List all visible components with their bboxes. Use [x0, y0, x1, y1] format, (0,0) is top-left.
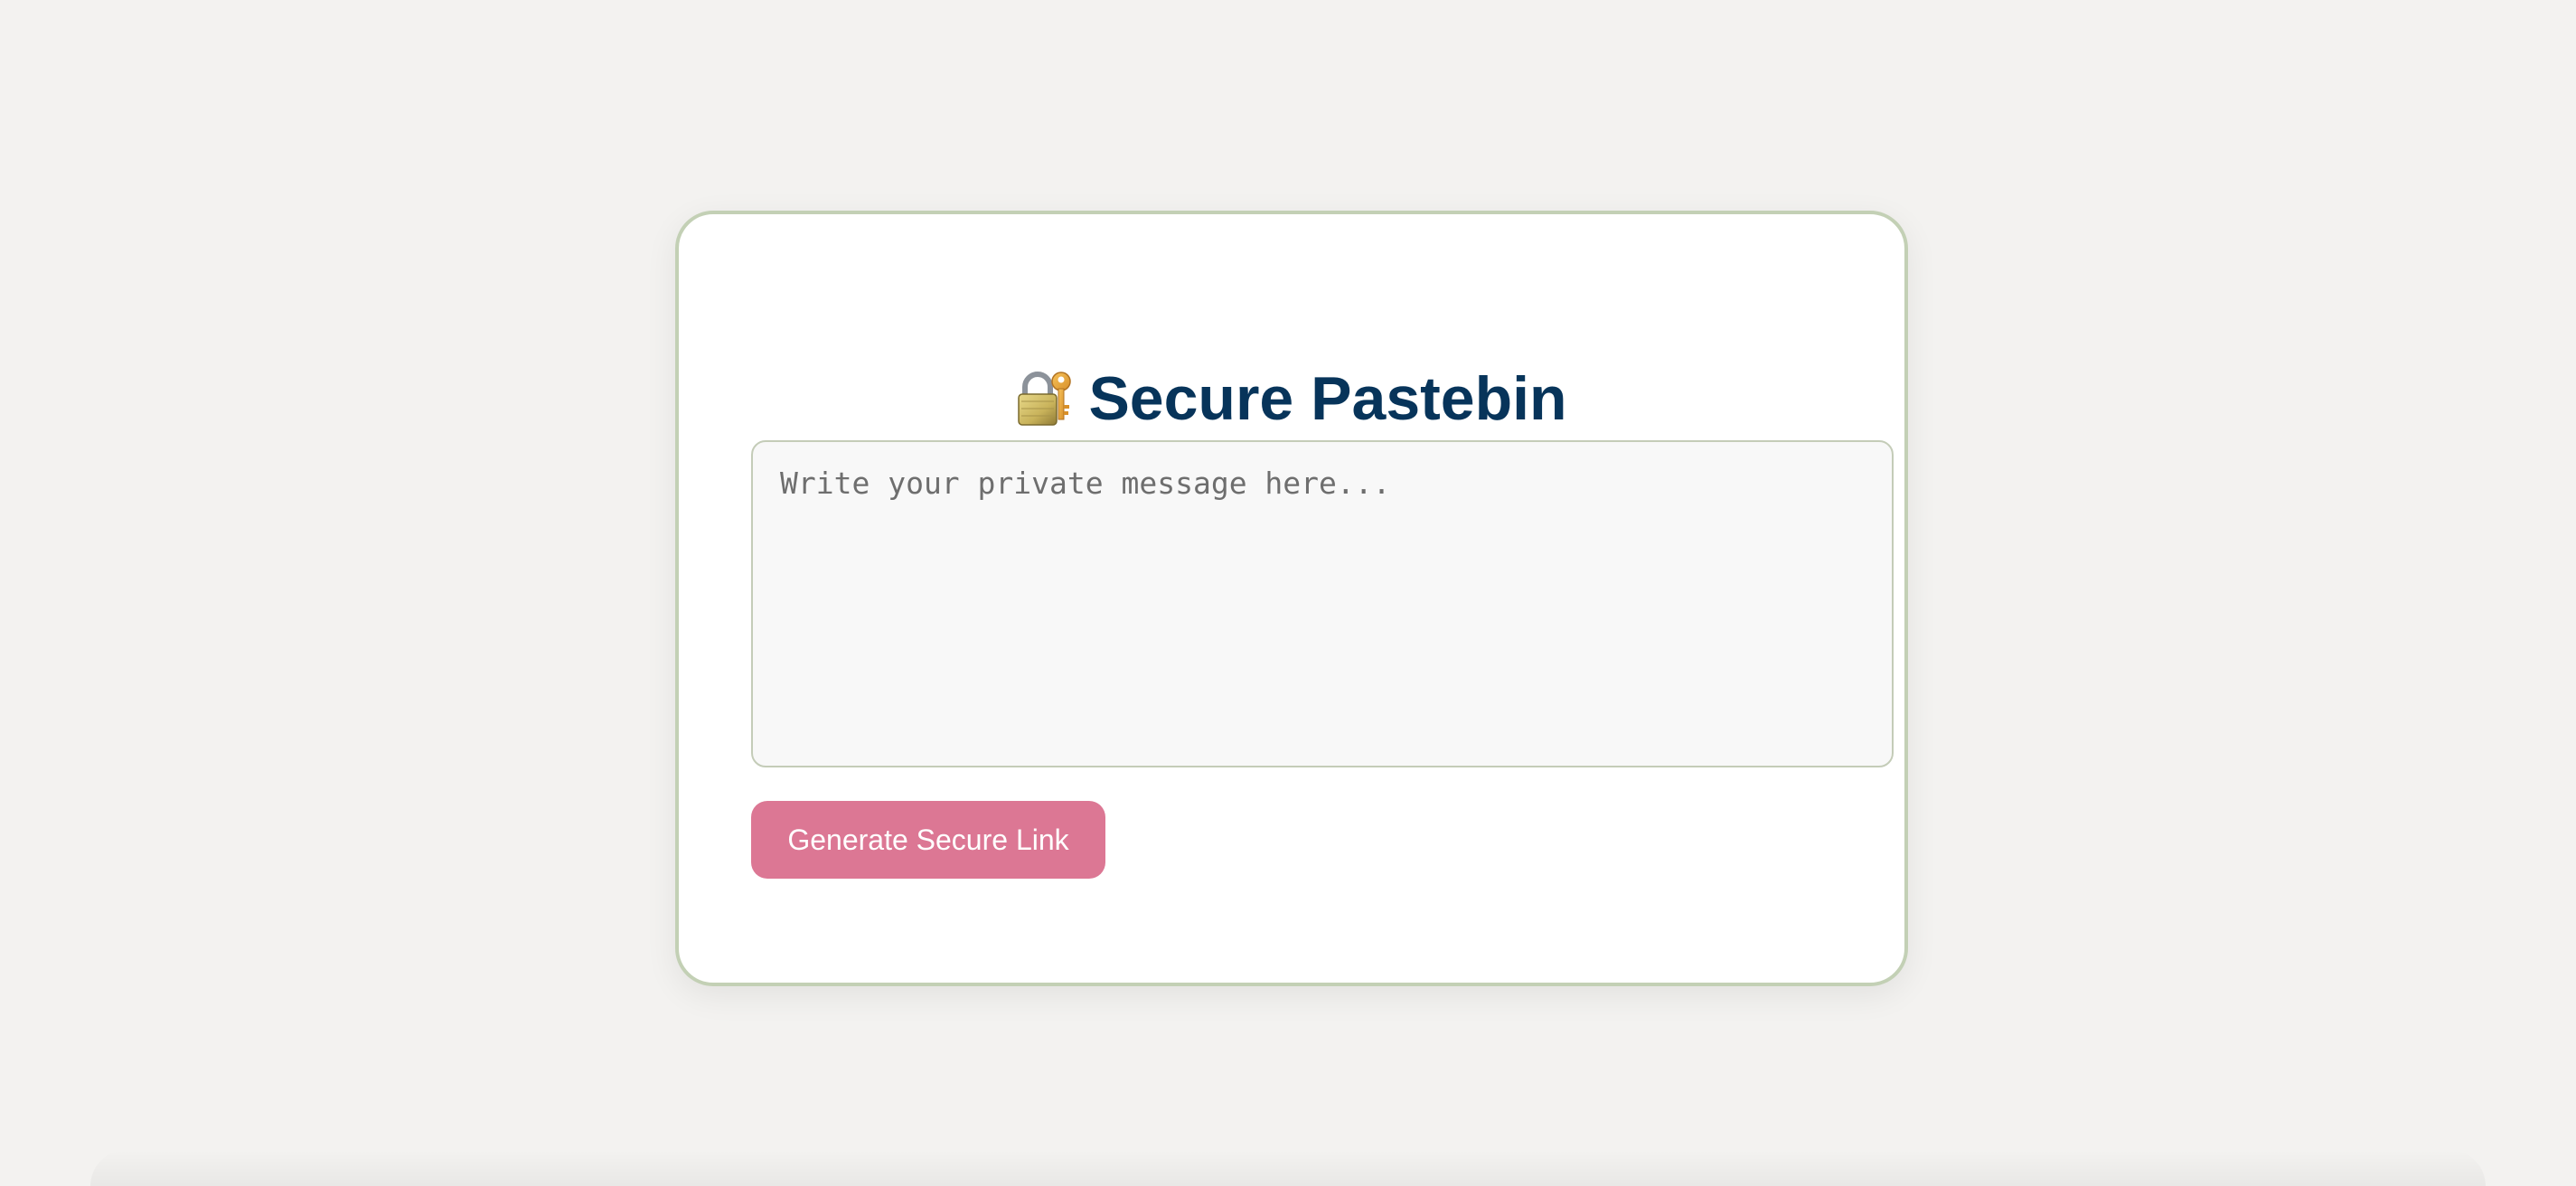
paste-card: Secure Pastebin Generate Secure Link [675, 211, 1908, 986]
page-title-text: Secure Pastebin [1088, 363, 1567, 433]
page-title: Secure Pastebin [679, 362, 1904, 444]
generate-secure-link-button[interactable]: Generate Secure Link [751, 801, 1105, 879]
bottom-shadow [90, 1150, 2486, 1186]
message-input[interactable] [751, 440, 1894, 767]
lock-with-key-icon [1016, 369, 1076, 444]
page: Secure Pastebin Generate Secure Link [0, 0, 2576, 1186]
